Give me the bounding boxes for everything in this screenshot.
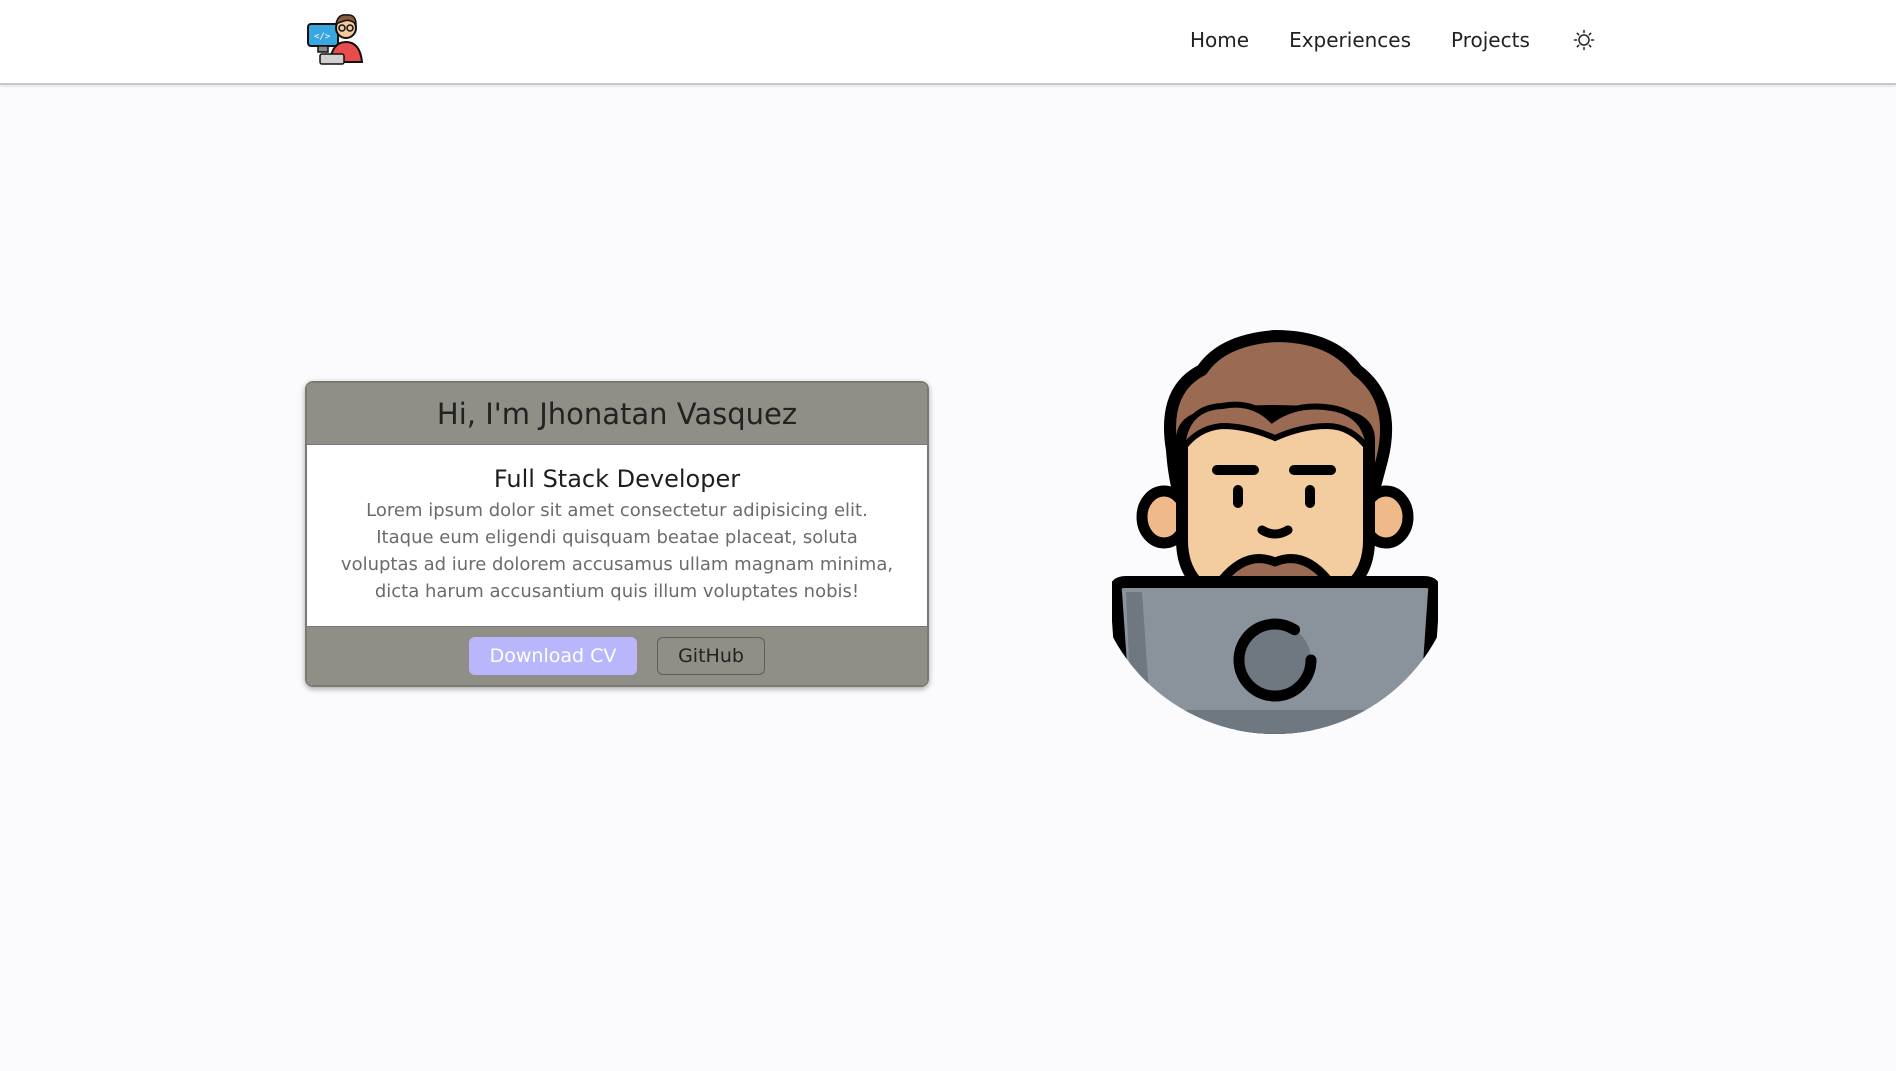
nav-link-projects[interactable]: Projects bbox=[1451, 22, 1530, 58]
svg-text:</>: </> bbox=[314, 32, 331, 42]
sun-icon[interactable] bbox=[1570, 26, 1598, 54]
card-header: Hi, I'm Jhonatan Vasquez bbox=[307, 383, 927, 445]
navbar: </> Home Experiences Projects bbox=[0, 0, 1896, 85]
github-button[interactable]: GitHub bbox=[657, 637, 765, 675]
developer-avatar-illustration bbox=[1109, 330, 1441, 736]
nav-link-experiences[interactable]: Experiences bbox=[1289, 22, 1411, 58]
download-cv-button[interactable]: Download CV bbox=[469, 637, 637, 675]
card-subtitle: Full Stack Developer bbox=[493, 465, 741, 493]
nav-links: Home Experiences Projects bbox=[1190, 22, 1598, 58]
card-description: Lorem ipsum dolor sit amet consectetur a… bbox=[340, 500, 894, 602]
card-footer: Download CV GitHub bbox=[307, 626, 927, 685]
nav-link-home[interactable]: Home bbox=[1190, 22, 1249, 58]
developer-logo-icon[interactable]: </> bbox=[306, 10, 366, 68]
card-title: Hi, I'm Jhonatan Vasquez bbox=[436, 396, 798, 431]
card-body: Full Stack Developer Lorem ipsum dolor s… bbox=[307, 445, 927, 626]
intro-card: Hi, I'm Jhonatan Vasquez Full Stack Deve… bbox=[305, 381, 929, 687]
